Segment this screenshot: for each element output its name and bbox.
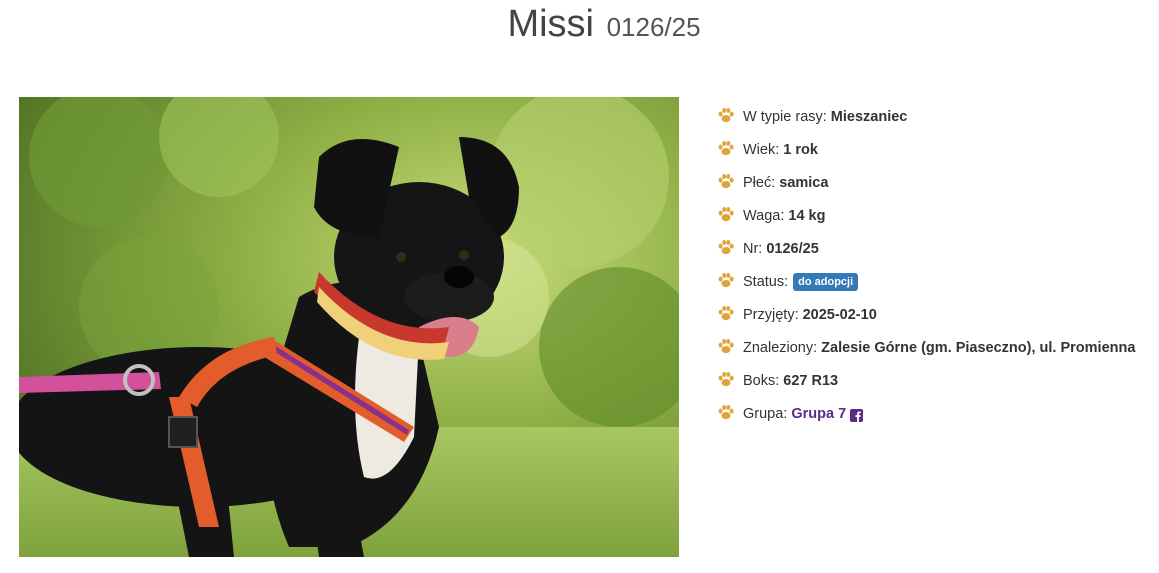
group-link[interactable]: Grupa 7: [791, 404, 846, 424]
dog-photo[interactable]: [19, 97, 679, 557]
detail-age: Wiek: 1 rok: [717, 133, 1157, 166]
detail-admitted: Przyjęty: 2025-02-10: [717, 298, 1157, 331]
weight-value: 14 kg: [788, 207, 826, 224]
paw-icon: [718, 140, 734, 155]
status-label: Status:: [743, 273, 789, 290]
box-label: Boks:: [743, 372, 780, 389]
detail-box: Boks: 627 R13: [717, 364, 1157, 397]
paw-icon: [718, 305, 734, 320]
age-value: 1 rok: [783, 141, 818, 158]
dog-number: 0126/25: [606, 12, 701, 42]
detail-found: Znaleziony: Zalesie Górne (gm. Piaseczno…: [717, 331, 1157, 364]
box-value: 627 R13: [783, 372, 839, 389]
paw-icon: [718, 272, 734, 287]
breed-label: W typie rasy:: [743, 108, 827, 125]
dog-photo-image: [19, 97, 679, 557]
status-badge: do adopcji: [793, 272, 859, 291]
sex-value: samica: [779, 174, 829, 191]
paw-icon: [718, 371, 734, 386]
age-label: Wiek:: [743, 141, 780, 158]
found-label: Znaleziony:: [743, 339, 818, 356]
detail-sex: Płeć: samica: [717, 166, 1157, 199]
page-title: Missi 0126/25: [0, 2, 1159, 49]
paw-icon: [718, 173, 734, 188]
group-label: Grupa:: [743, 405, 788, 422]
weight-label: Waga:: [743, 207, 785, 224]
detail-group: Grupa: Grupa 7: [717, 397, 1157, 430]
paw-icon: [718, 107, 734, 122]
nr-value: 0126/25: [766, 240, 819, 257]
facebook-icon[interactable]: [850, 409, 864, 422]
dog-details-list: W typie rasy: Mieszaniec Wiek: 1 rok Płe…: [717, 100, 1157, 430]
paw-icon: [718, 404, 734, 419]
dog-name: Missi: [507, 3, 594, 45]
detail-weight: Waga: 14 kg: [717, 199, 1157, 232]
breed-value: Mieszaniec: [830, 108, 908, 125]
paw-icon: [718, 239, 734, 254]
nr-label: Nr:: [743, 240, 763, 257]
detail-breed: W typie rasy: Mieszaniec: [717, 100, 1157, 133]
admitted-value: 2025-02-10: [802, 306, 877, 323]
found-value: Zalesie Górne (gm. Piaseczno), ul. Promi…: [821, 339, 1136, 356]
detail-status: Status: do adopcji: [717, 265, 1157, 298]
detail-nr: Nr: 0126/25: [717, 232, 1157, 265]
paw-icon: [718, 338, 734, 353]
paw-icon: [718, 206, 734, 221]
admitted-label: Przyjęty:: [743, 306, 799, 323]
sex-label: Płeć:: [743, 174, 776, 191]
